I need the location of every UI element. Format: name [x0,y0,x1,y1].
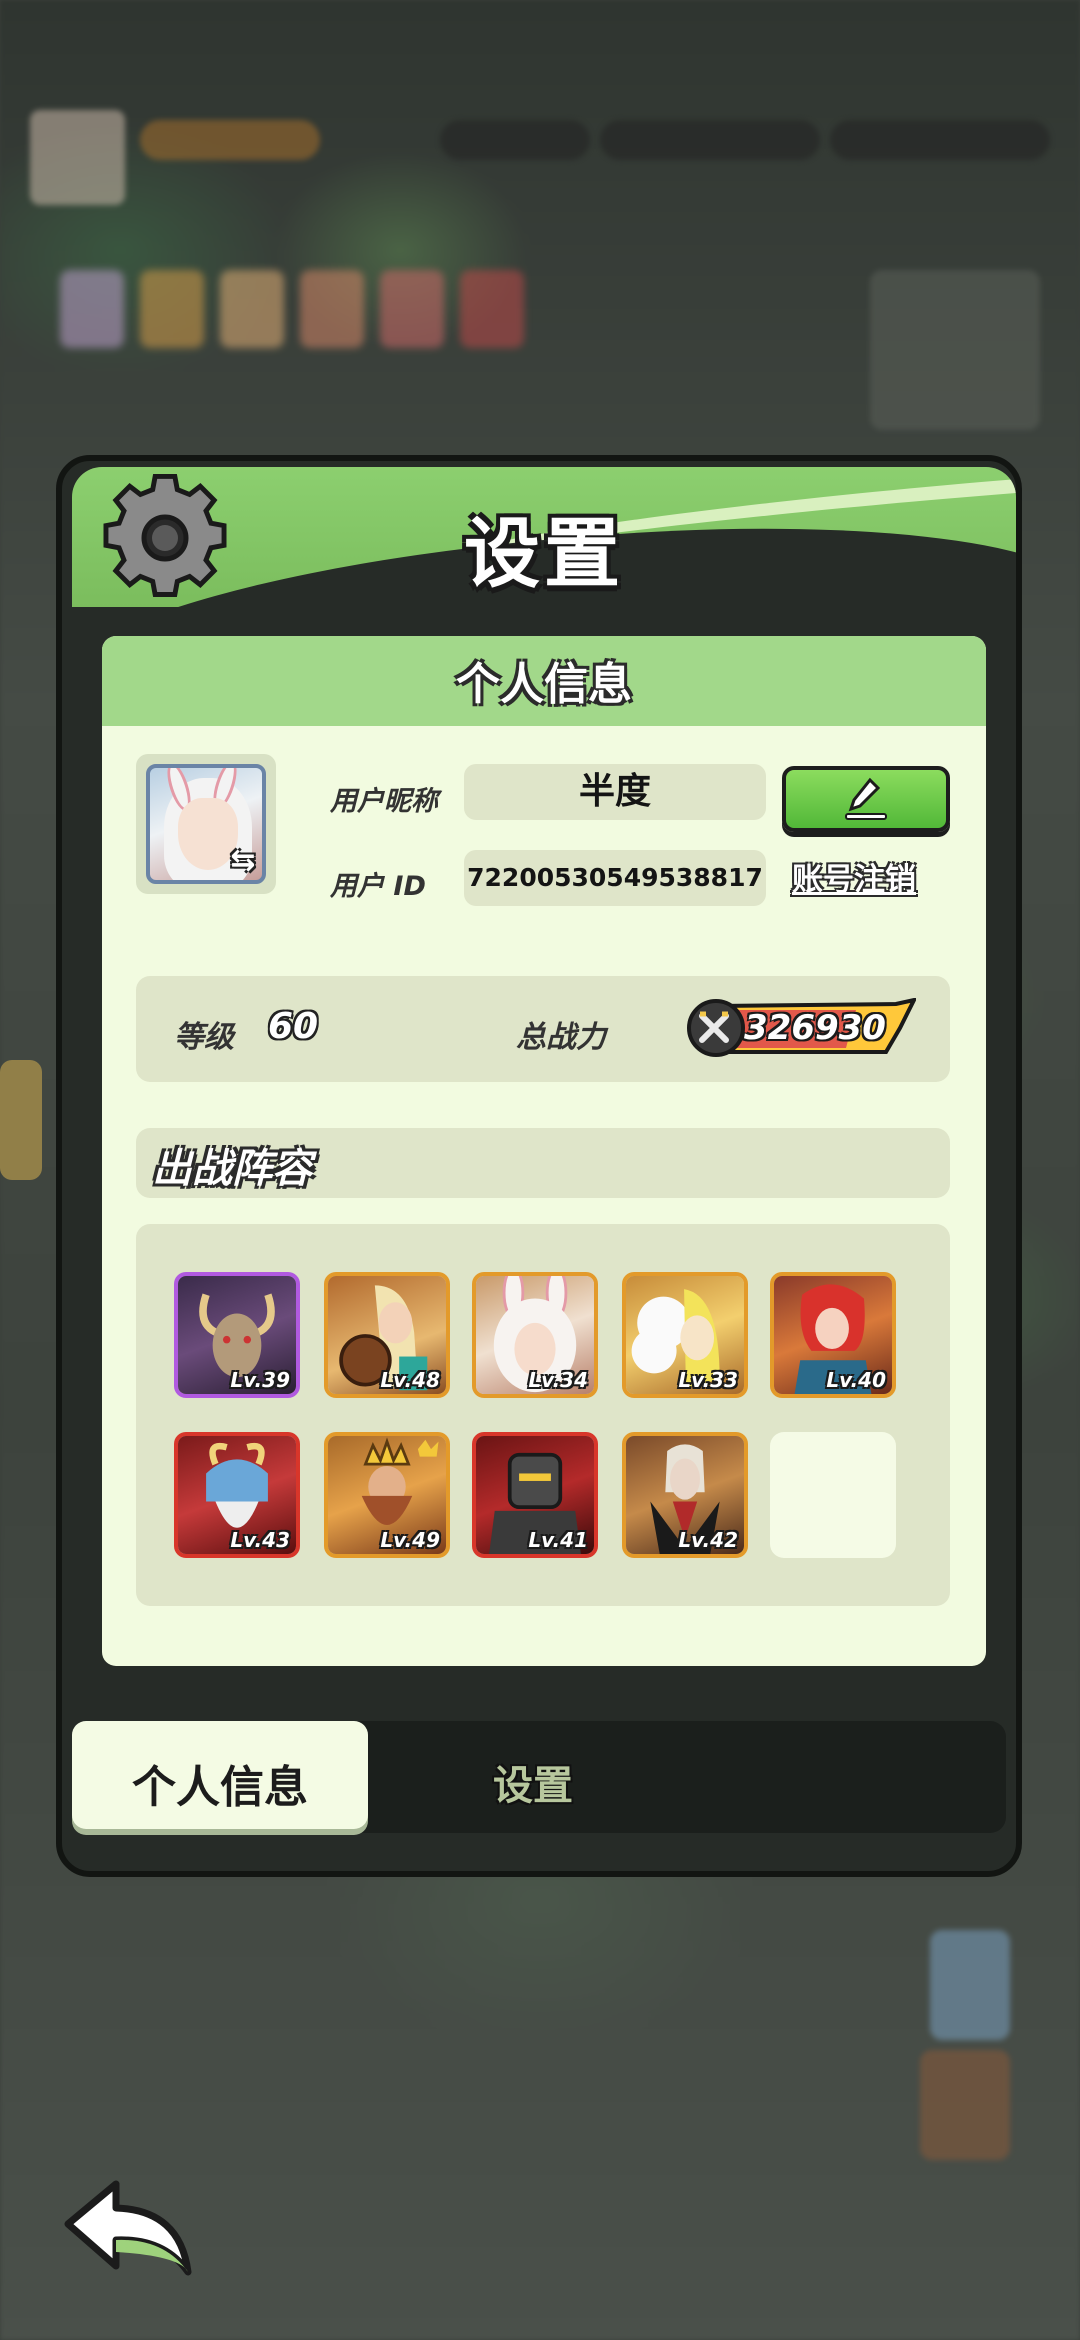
hero-slot[interactable]: Lv.43 [174,1432,300,1558]
bg-npc [920,2050,1010,2160]
profile-content: 个人信息 ⇆ 用户昵称 半度 用户 ID 72200530549538817 账… [102,636,986,1666]
power-label: 总战力 [516,1020,606,1055]
avatar-frame[interactable]: ⇆ [136,754,276,894]
account-deletion-link[interactable]: 账号注销 [792,854,916,899]
side-tab[interactable] [0,1060,42,1180]
hero-level: Lv.41 [528,1528,588,1552]
hero-slot[interactable]: Lv.34 [472,1272,598,1398]
user-id-field: 72200530549538817 [464,850,766,906]
hud-player-avatar [30,110,125,205]
stats-bar: 等级 60 总战力 326930 [136,976,950,1082]
section-title: 个人信息 [456,659,632,710]
hero-level: Lv.42 [678,1528,738,1552]
hud-minimap [870,270,1040,430]
hero-level: Lv.33 [678,1368,738,1392]
hud-character [140,270,204,348]
edit-nickname-button[interactable] [782,766,950,832]
hero-level: Lv.39 [230,1368,290,1392]
hud-name-bar [140,120,320,160]
power-badge: 326930 [686,998,916,1058]
hero-slot[interactable]: Lv.40 [770,1272,896,1398]
level-value: 60 [268,1006,319,1047]
hero-level: Lv.43 [230,1528,290,1552]
nickname-field: 半度 [464,764,766,820]
bg-npc [930,1930,1010,2040]
hero-slot[interactable]: Lv.41 [472,1432,598,1558]
lineup-title: 出战阵容 [152,1146,312,1192]
empty-hero-slot[interactable] [770,1432,896,1558]
hero-slot[interactable]: Lv.39 [174,1272,300,1398]
hero-slot[interactable]: Lv.42 [622,1432,748,1558]
hud-character [300,270,364,348]
back-button[interactable] [58,2176,198,2286]
hero-level: Lv.34 [528,1368,588,1392]
swap-avatar-icon[interactable]: ⇆ [226,844,260,878]
lineup-title-bar: 出战阵容 [136,1128,950,1198]
hero-slot[interactable]: Lv.33 [622,1272,748,1398]
gear-icon [98,471,232,605]
avatar[interactable]: ⇆ [146,764,266,884]
nickname-label: 用户昵称 [330,786,438,817]
hero-level: Lv.49 [380,1528,440,1552]
hud-character [380,270,444,348]
hud-resource-bar [440,120,590,160]
tab-bar: 个人信息 设置 [72,1721,1006,1833]
back-arrow-icon [64,2180,192,2276]
hud-resource-bar [600,120,820,160]
hud-resource-bar [830,120,1050,160]
level-label: 等级 [174,1020,234,1055]
tab-profile-label: 个人信息 [132,1762,308,1813]
hud-character [460,270,524,348]
id-label: 用户 ID [330,871,426,902]
hud-character [60,270,124,348]
pencil-icon [845,777,887,820]
tab-settings[interactable]: 设置 [368,1721,698,1829]
hud-character [220,270,284,348]
hero-level: Lv.48 [380,1368,440,1392]
tab-profile[interactable]: 个人信息 [72,1721,368,1829]
power-value: 326930 [744,1008,886,1048]
lineup-grid: Lv.39 Lv.48 Lv.34 Lv.33 Lv.40 Lv.43 Lv.4… [136,1224,950,1606]
hero-slot[interactable]: Lv.49 [324,1432,450,1558]
hero-level: Lv.40 [826,1368,886,1392]
section-title-bar: 个人信息 [102,636,986,726]
settings-panel: 设置 个人信息 ⇆ 用户昵称 半度 用户 ID 7220053054953881… [56,455,1022,1877]
tab-settings-label: 设置 [493,1763,573,1809]
hero-slot[interactable]: Lv.48 [324,1272,450,1398]
